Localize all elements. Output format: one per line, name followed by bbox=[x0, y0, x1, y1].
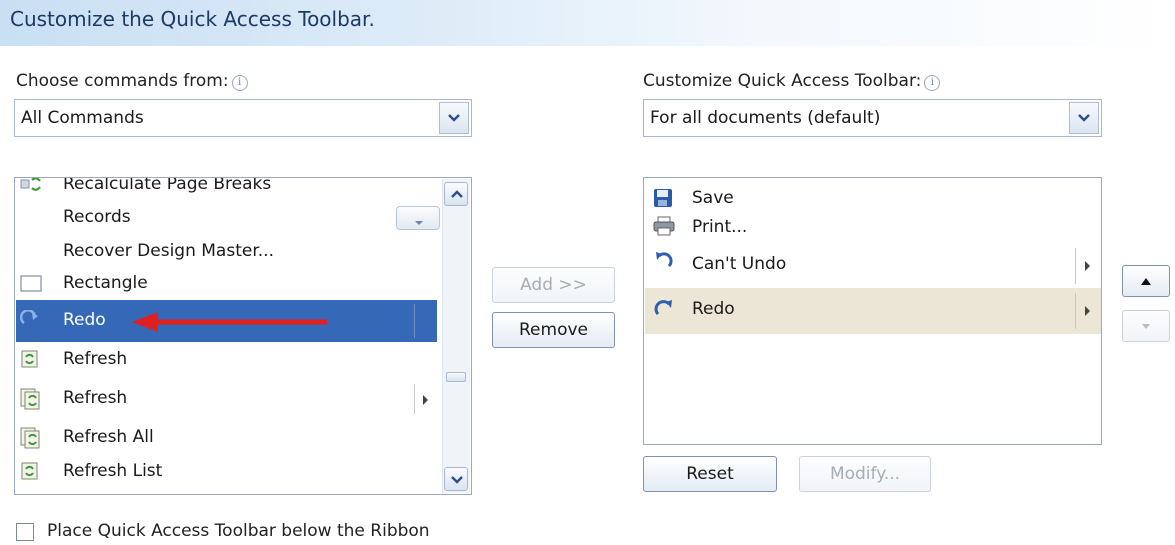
list-item-label: Refresh All bbox=[63, 427, 154, 447]
list-item-label: Redo bbox=[692, 299, 735, 319]
reset-button[interactable]: Reset bbox=[643, 456, 777, 492]
list-item[interactable]: Recover Design Master... bbox=[16, 235, 433, 269]
info-icon: i bbox=[924, 75, 941, 91]
refresh-icon bbox=[20, 349, 40, 369]
list-item-label: Print... bbox=[692, 217, 748, 237]
list-item[interactable]: Refresh bbox=[16, 382, 433, 416]
refresh-all-icon bbox=[20, 388, 40, 410]
separator bbox=[1075, 248, 1076, 284]
submenu-arrow-icon bbox=[1085, 306, 1090, 316]
list-item[interactable]: Records bbox=[16, 201, 440, 235]
list-item[interactable]: Recalculate Page Breaks bbox=[16, 177, 433, 202]
list-item[interactable]: Print... bbox=[645, 214, 1101, 244]
commands-list-scrollbar[interactable] bbox=[442, 179, 470, 493]
move-down-button[interactable] bbox=[1122, 310, 1170, 342]
list-item-label: Recalculate Page Breaks bbox=[63, 177, 272, 194]
refresh-icon bbox=[20, 461, 40, 481]
page-title: Customize the Quick Access Toolbar. bbox=[10, 7, 375, 31]
page-breaks-icon bbox=[20, 178, 41, 194]
list-item-label: Rectangle bbox=[63, 273, 148, 293]
list-item-label: Can't Undo bbox=[692, 254, 787, 274]
list-item[interactable]: Refresh bbox=[16, 343, 433, 377]
refresh-all-icon bbox=[20, 427, 40, 449]
toolbar-scope-value: For all documents (default) bbox=[650, 108, 881, 128]
list-item-label: Refresh bbox=[63, 349, 128, 369]
choose-commands-label: Choose commands from: i bbox=[16, 71, 248, 91]
separator bbox=[414, 304, 415, 338]
arrow-down-icon bbox=[1142, 324, 1150, 329]
redo-icon bbox=[19, 309, 40, 330]
list-item-label: Refresh bbox=[63, 388, 128, 408]
scrollbar-thumb[interactable] bbox=[446, 372, 466, 382]
move-up-button[interactable] bbox=[1122, 265, 1170, 297]
redo-icon bbox=[653, 299, 673, 319]
place-below-ribbon-label[interactable]: Place Quick Access Toolbar below the Rib… bbox=[47, 521, 430, 541]
separator bbox=[1075, 293, 1076, 329]
list-item-label: Records bbox=[63, 207, 131, 227]
place-below-ribbon-checkbox[interactable] bbox=[16, 523, 34, 541]
commands-source-dropdown[interactable]: All Commands bbox=[14, 99, 472, 137]
list-item-label: Save bbox=[692, 188, 734, 208]
list-item[interactable]: Rectangle bbox=[16, 267, 433, 301]
customize-toolbar-label: Customize Quick Access Toolbar: i bbox=[643, 71, 941, 91]
info-icon: i bbox=[231, 75, 248, 91]
arrow-up-icon bbox=[1141, 278, 1151, 285]
list-item[interactable]: Refresh List bbox=[16, 455, 433, 489]
print-icon bbox=[653, 216, 675, 236]
save-icon bbox=[653, 188, 673, 208]
separator bbox=[414, 384, 415, 414]
list-item-label: Redo bbox=[63, 310, 106, 330]
list-item[interactable]: Save bbox=[645, 184, 1101, 214]
rectangle-icon bbox=[20, 273, 42, 293]
scroll-up-button[interactable] bbox=[444, 182, 468, 206]
toolbar-scope-dropdown[interactable]: For all documents (default) bbox=[643, 99, 1102, 137]
list-item-label: Refresh List bbox=[63, 461, 163, 481]
commands-source-value: All Commands bbox=[21, 108, 144, 128]
chevron-down-icon[interactable] bbox=[1069, 102, 1099, 134]
list-item-highlighted[interactable]: Redo bbox=[645, 288, 1101, 334]
annotation-arrow bbox=[132, 312, 327, 332]
scroll-down-button[interactable] bbox=[444, 467, 468, 491]
remove-button[interactable]: Remove bbox=[492, 312, 615, 348]
dropdown-indicator bbox=[396, 206, 440, 230]
commands-list[interactable]: Recalculate Page Breaks Records Recover … bbox=[14, 177, 472, 495]
submenu-arrow-icon bbox=[1085, 261, 1090, 271]
modify-button[interactable]: Modify... bbox=[799, 456, 931, 492]
undo-icon bbox=[653, 251, 673, 271]
submenu-arrow-icon bbox=[423, 395, 428, 405]
list-item[interactable]: Can't Undo bbox=[645, 245, 1101, 287]
customize-toolbar-text: Customize Quick Access Toolbar: bbox=[643, 71, 922, 91]
add-button[interactable]: Add >> bbox=[492, 267, 615, 303]
chevron-down-icon[interactable] bbox=[439, 102, 469, 134]
toolbar-commands-list[interactable]: Save Print... Can't Undo Redo bbox=[643, 177, 1102, 445]
list-item-label: Recover Design Master... bbox=[63, 241, 274, 261]
list-item[interactable]: Refresh All bbox=[16, 421, 433, 455]
choose-commands-text: Choose commands from: bbox=[16, 71, 229, 91]
